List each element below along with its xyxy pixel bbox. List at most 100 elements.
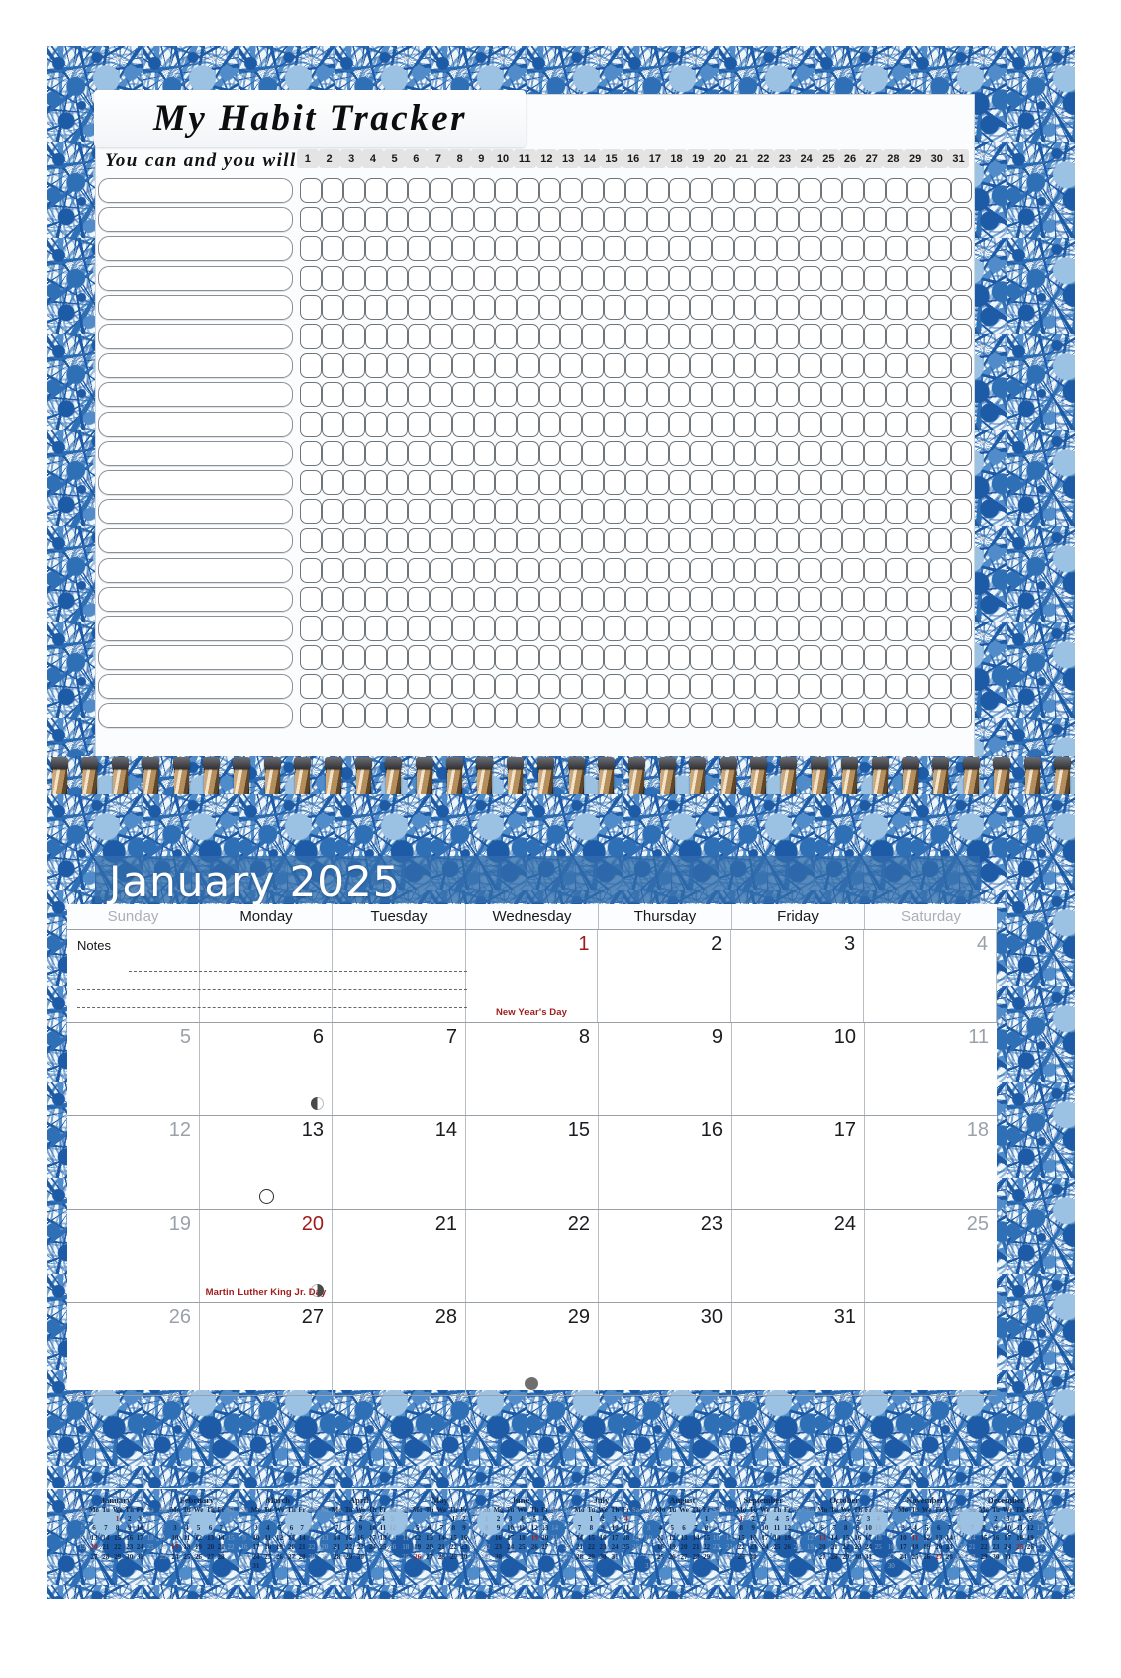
habit-checkbox[interactable] — [538, 440, 561, 466]
habit-checkbox[interactable] — [408, 499, 431, 525]
habit-checkbox[interactable] — [863, 469, 886, 495]
habit-checkbox[interactable] — [712, 469, 734, 495]
habit-checkbox[interactable] — [430, 382, 452, 408]
habit-checkbox[interactable] — [733, 703, 756, 729]
habit-checkbox[interactable] — [863, 557, 886, 583]
habit-checkbox[interactable] — [777, 294, 799, 320]
habit-checkbox[interactable] — [733, 411, 756, 437]
habit-checkbox[interactable] — [473, 528, 496, 554]
habit-checkbox[interactable] — [820, 265, 843, 291]
habit-checkbox[interactable] — [820, 615, 843, 641]
day-cell[interactable]: 25 — [865, 1210, 997, 1302]
habit-checkbox[interactable] — [560, 703, 582, 729]
habit-checkbox[interactable] — [777, 615, 799, 641]
habit-checkbox[interactable] — [885, 411, 908, 437]
habit-checkbox[interactable] — [755, 440, 778, 466]
habit-checkbox[interactable] — [300, 499, 322, 525]
habit-checkbox[interactable] — [647, 586, 669, 612]
habit-checkbox[interactable] — [907, 586, 929, 612]
habit-checkbox[interactable] — [842, 528, 864, 554]
habit-checkbox[interactable] — [473, 236, 496, 262]
mini-calendar-september[interactable]: September Su Mo Tu We Th Fr Sa 1 2 3 4 5 6 7 8 9 10 11 12 13… — [724, 1495, 802, 1593]
habit-checkbox[interactable] — [928, 645, 951, 671]
habit-checkbox[interactable] — [950, 674, 973, 700]
habit-checkbox[interactable] — [408, 207, 431, 233]
habit-checkbox[interactable] — [451, 236, 474, 262]
habit-checkbox[interactable] — [712, 382, 734, 408]
habit-checkbox[interactable] — [820, 499, 843, 525]
habit-checkbox[interactable] — [755, 557, 778, 583]
habit-checkbox[interactable] — [712, 499, 734, 525]
habit-checkbox[interactable] — [885, 236, 908, 262]
habit-checkbox[interactable] — [538, 236, 561, 262]
habit-checkbox[interactable] — [365, 382, 387, 408]
habit-checkbox[interactable] — [603, 645, 626, 671]
habit-checkbox[interactable] — [820, 324, 843, 350]
habit-checkbox[interactable] — [625, 265, 647, 291]
habit-checkbox[interactable] — [603, 411, 626, 437]
habit-checkbox[interactable] — [777, 411, 799, 437]
habit-checkbox[interactable] — [343, 382, 366, 408]
habit-checkbox[interactable] — [863, 382, 886, 408]
habit-checkbox[interactable] — [777, 207, 799, 233]
day-cell[interactable]: 6 — [200, 1023, 333, 1116]
habit-checkbox[interactable] — [365, 178, 387, 204]
habit-checkbox[interactable] — [495, 411, 517, 437]
habit-checkbox[interactable] — [321, 382, 344, 408]
habit-checkbox[interactable] — [538, 499, 561, 525]
habit-checkbox[interactable] — [581, 615, 604, 641]
habit-checkbox[interactable] — [777, 178, 799, 204]
habit-checkbox[interactable] — [863, 353, 886, 379]
habit-checkbox[interactable] — [365, 703, 387, 729]
habit-checkbox[interactable] — [647, 674, 669, 700]
habit-checkbox[interactable] — [581, 265, 604, 291]
habit-checkbox[interactable] — [668, 265, 691, 291]
habit-checkbox[interactable] — [430, 324, 452, 350]
mini-calendar-february[interactable]: February Su Mo Tu We Th Fr Sa 1 2 3 4 5 6 7 8 9 10 11 12 13 1… — [158, 1495, 236, 1593]
day-cell[interactable]: 27 — [200, 1302, 333, 1395]
habit-checkbox[interactable] — [907, 499, 929, 525]
habit-checkbox[interactable] — [950, 353, 973, 379]
habit-checkbox[interactable] — [733, 469, 756, 495]
habit-checkbox[interactable] — [603, 294, 626, 320]
habit-checkbox[interactable] — [690, 557, 713, 583]
habit-checkbox[interactable] — [430, 528, 452, 554]
habit-checkbox[interactable] — [668, 615, 691, 641]
habit-checkbox[interactable] — [473, 645, 496, 671]
habit-checkbox[interactable] — [647, 703, 669, 729]
habit-checkbox[interactable] — [755, 528, 778, 554]
habit-checkbox[interactable] — [603, 674, 626, 700]
habit-checkbox[interactable] — [538, 469, 561, 495]
habit-checkbox[interactable] — [668, 382, 691, 408]
habit-checkbox[interactable] — [950, 382, 973, 408]
habit-checkbox[interactable] — [733, 324, 756, 350]
mini-calendar-january[interactable]: January Su Mo Tu We Th Fr Sa 1 2 3 4 5 6 7 8 9 10 11 12 13 14… — [77, 1495, 155, 1593]
habit-checkbox[interactable] — [473, 703, 496, 729]
habit-checkbox[interactable] — [712, 324, 734, 350]
habit-checkbox[interactable] — [777, 469, 799, 495]
habit-checkbox[interactable] — [516, 528, 539, 554]
habit-name-input[interactable] — [98, 674, 293, 700]
habit-checkbox[interactable] — [625, 499, 647, 525]
habit-checkbox[interactable] — [365, 528, 387, 554]
habit-checkbox[interactable] — [495, 236, 517, 262]
habit-checkbox[interactable] — [451, 557, 474, 583]
habit-checkbox[interactable] — [538, 411, 561, 437]
habit-checkbox[interactable] — [928, 294, 951, 320]
habit-checkbox[interactable] — [647, 557, 669, 583]
habit-checkbox[interactable] — [516, 586, 539, 612]
habit-checkbox[interactable] — [733, 586, 756, 612]
habit-checkbox[interactable] — [300, 353, 322, 379]
habit-checkbox[interactable] — [343, 703, 366, 729]
habit-checkbox[interactable] — [907, 178, 929, 204]
day-cell[interactable] — [865, 1303, 997, 1395]
habit-checkbox[interactable] — [581, 324, 604, 350]
habit-checkbox[interactable] — [538, 586, 561, 612]
habit-checkbox[interactable] — [820, 557, 843, 583]
habit-checkbox[interactable] — [408, 178, 431, 204]
habit-checkbox[interactable] — [798, 324, 821, 350]
habit-checkbox[interactable] — [885, 674, 908, 700]
habit-checkbox[interactable] — [560, 207, 582, 233]
habit-checkbox[interactable] — [430, 178, 452, 204]
habit-checkbox[interactable] — [451, 353, 474, 379]
